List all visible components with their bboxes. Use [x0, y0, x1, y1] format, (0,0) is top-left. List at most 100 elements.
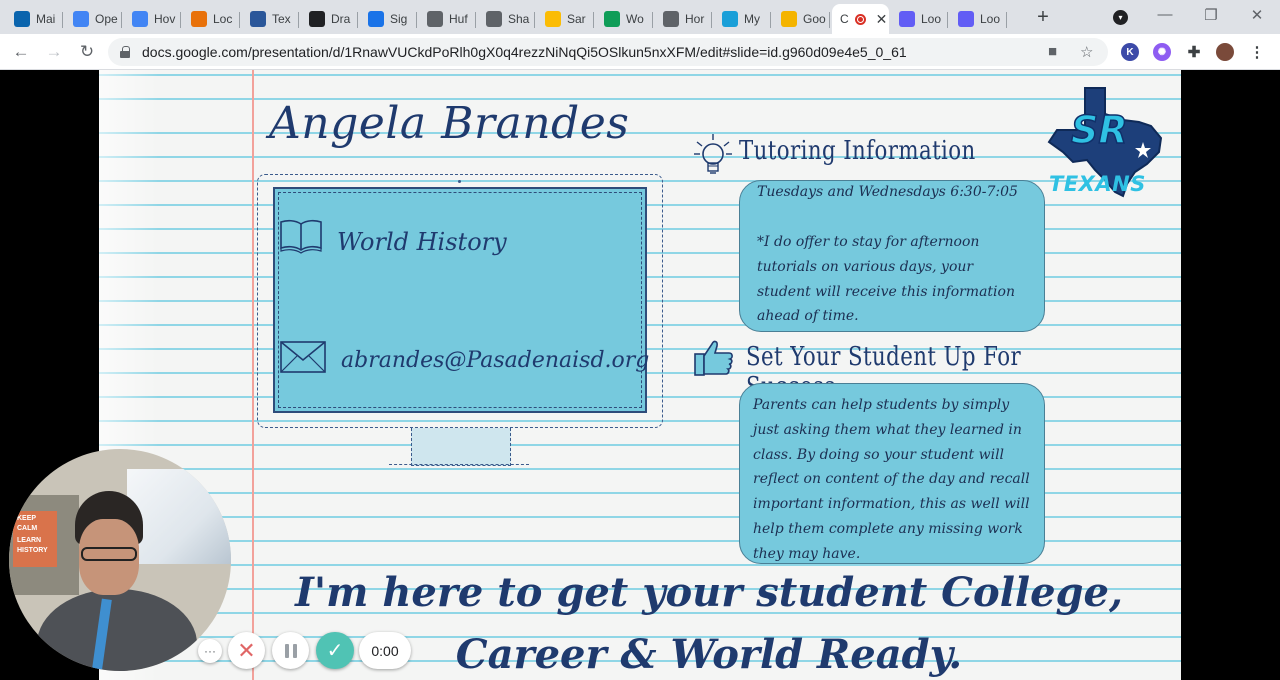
tab-4[interactable]: Tex	[242, 4, 299, 34]
tab-label: Mai	[36, 12, 56, 26]
recorder-pause-button[interactable]	[272, 632, 309, 669]
tab-6[interactable]: Sig	[360, 4, 417, 34]
tab-label: Wo	[626, 12, 644, 26]
tab-separator	[1006, 12, 1007, 28]
email-text[interactable]: abrandes@Pasadenaisd.org	[341, 348, 649, 373]
tab-2[interactable]: Hov	[124, 4, 181, 34]
tab-15[interactable]: Loo	[891, 4, 948, 34]
loom-extension-icon[interactable]: ✺	[1153, 43, 1171, 61]
person-body	[37, 589, 197, 671]
maximize-icon[interactable]: ❐	[1199, 6, 1223, 24]
tab-separator	[711, 12, 712, 28]
tab-separator	[770, 12, 771, 28]
new-tab-button[interactable]: +	[1034, 6, 1052, 28]
tab-12[interactable]: My	[714, 4, 771, 34]
recorder-more-button[interactable]: ···	[198, 639, 222, 663]
tab-0[interactable]: Mai	[6, 4, 63, 34]
outlook-icon	[14, 11, 30, 27]
tab-label: Loo	[980, 12, 1001, 26]
extension-k-icon[interactable]: K	[1121, 43, 1139, 61]
tab-separator	[593, 12, 594, 28]
reload-icon[interactable]: ↻	[76, 41, 98, 63]
tab-11[interactable]: Hor	[655, 4, 712, 34]
tab-label: Loo	[921, 12, 942, 26]
recorder-done-button[interactable]: ✓	[316, 632, 354, 669]
thumbs-up-icon	[694, 340, 733, 376]
docs-icon	[132, 11, 148, 27]
drive-icon	[545, 11, 561, 27]
tab-label: Ope	[95, 12, 118, 26]
tab-label: Sig	[390, 12, 408, 26]
lightbulb-icon	[694, 134, 732, 174]
logo-initials: SR	[1070, 107, 1128, 153]
selection-handle[interactable]	[458, 180, 461, 183]
tab-separator	[475, 12, 476, 28]
tab-separator	[652, 12, 653, 28]
s-icon	[309, 11, 325, 27]
loom-icon	[958, 11, 974, 27]
webcam-bubble[interactable]: KEEP CALM LEARN HISTORY	[9, 449, 231, 671]
tab-separator	[416, 12, 417, 28]
tab-separator	[947, 12, 948, 28]
tab-7[interactable]: Huf	[419, 4, 476, 34]
tab-9[interactable]: Sar	[537, 4, 594, 34]
tab-8[interactable]: Sha	[478, 4, 535, 34]
lock-icon[interactable]	[120, 46, 130, 58]
tab-search-icon[interactable]: ▾	[1113, 10, 1128, 25]
tab-separator	[298, 12, 299, 28]
extensions-puzzle-icon[interactable]: ✚	[1185, 43, 1203, 61]
chrome-icon	[663, 11, 679, 27]
tab-label: Goo	[803, 12, 826, 26]
tab-label: My	[744, 12, 760, 26]
minimize-icon[interactable]: —	[1153, 6, 1177, 23]
subject-text[interactable]: World History	[337, 228, 507, 256]
tab-16[interactable]: Loo	[950, 4, 1007, 34]
tutoring-schedule: Tuesdays and Wednesdays 6:30-7:05	[757, 184, 1018, 200]
globe-icon	[427, 11, 443, 27]
close-window-icon[interactable]: ✕	[1245, 6, 1269, 24]
tab-3[interactable]: Loc	[183, 4, 240, 34]
tab-separator	[239, 12, 240, 28]
tab-label: Tex	[272, 12, 291, 26]
tutoring-note: *I do offer to stay for afternoon tutori…	[757, 234, 1015, 325]
tutoring-heading[interactable]: Tutoring Information	[739, 136, 976, 166]
tab-separator	[534, 12, 535, 28]
tab-label: Hov	[154, 12, 176, 26]
tab-label: Hor	[685, 12, 705, 26]
monitor-screen[interactable]	[273, 187, 647, 413]
window-light	[127, 469, 231, 564]
tab-separator	[62, 12, 63, 28]
recorder-cancel-button[interactable]: ✕	[228, 632, 265, 669]
tab-separator	[357, 12, 358, 28]
forward-icon[interactable]: →	[43, 41, 65, 63]
recorder-timer: 0:00	[359, 632, 411, 669]
tab-label: Loc	[213, 12, 233, 26]
word-icon	[250, 11, 266, 27]
tab-5[interactable]: Dra	[301, 4, 358, 34]
teacher-name[interactable]: Angela Brandes	[269, 98, 629, 149]
address-bar[interactable]: docs.google.com/presentation/d/1RnawVUCk…	[108, 38, 1108, 66]
camera-icon[interactable]: ■	[1048, 43, 1057, 60]
tab-13[interactable]: Goo	[773, 4, 830, 34]
bookmark-star-icon[interactable]: ☆	[1080, 43, 1093, 61]
open-book-icon	[280, 219, 322, 254]
glasses	[81, 547, 137, 561]
tab-separator	[180, 12, 181, 28]
globe-icon	[486, 11, 502, 27]
profile-avatar[interactable]	[1216, 43, 1234, 61]
success-text: Parents can help students by simply just…	[753, 397, 1030, 562]
app-icon	[191, 11, 207, 27]
url-text[interactable]: docs.google.com/presentation/d/1RnawVUCk…	[142, 44, 907, 60]
tab-10[interactable]: Wo	[596, 4, 653, 34]
tab-1[interactable]: Ope	[65, 4, 122, 34]
envelope-icon	[280, 341, 326, 373]
tab-label: Huf	[449, 12, 468, 26]
slide-canvas[interactable]: Angela Brandes World History abrandes@Pa…	[99, 70, 1181, 680]
tab-14[interactable]: C ✕	[832, 4, 889, 34]
signal-icon	[368, 11, 384, 27]
back-icon[interactable]: ←	[10, 41, 32, 63]
menu-kebab-icon[interactable]: ⋮	[1248, 43, 1266, 61]
close-tab-icon[interactable]: ✕	[876, 11, 888, 28]
slides-icon	[781, 11, 797, 27]
recording-icon	[854, 13, 866, 25]
